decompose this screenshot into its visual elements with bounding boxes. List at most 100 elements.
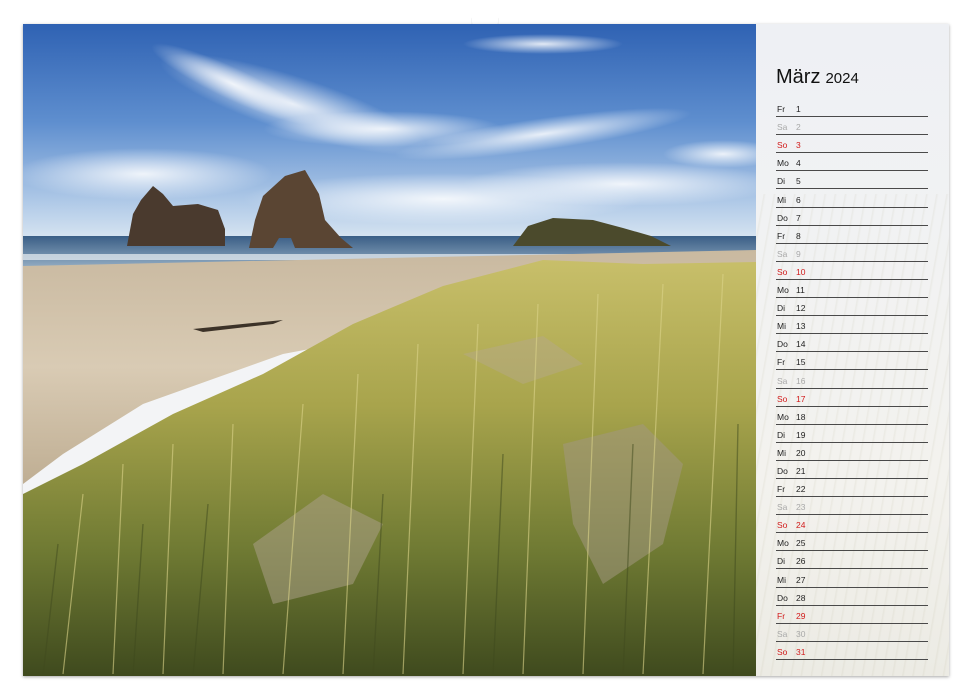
day-row: Di 19	[776, 425, 928, 443]
day-weekday: Di	[777, 303, 786, 314]
day-number: 17	[796, 393, 806, 404]
day-weekday: Di	[777, 176, 786, 187]
day-number: 5	[796, 176, 801, 187]
day-number: 10	[796, 266, 806, 277]
day-weekday: Sa	[777, 248, 788, 259]
day-weekday: Sa	[777, 122, 788, 133]
day-row: Fr 15	[776, 352, 928, 371]
day-number: 14	[796, 339, 806, 350]
day-row: Mo 11	[776, 280, 928, 299]
day-weekday: Mi	[777, 194, 786, 205]
day-weekday: So	[777, 646, 788, 657]
day-row: Fr 1	[776, 99, 928, 118]
day-row: Do 14	[776, 334, 928, 353]
month-name: März	[776, 66, 821, 88]
day-number: 22	[796, 484, 806, 495]
day-row: Fr 22	[776, 479, 928, 498]
day-number: 18	[796, 411, 806, 422]
day-weekday: Do	[777, 592, 788, 603]
day-row: So 24	[776, 515, 928, 534]
day-row: Fr 8	[776, 226, 928, 244]
day-row: Sa 2	[776, 117, 928, 136]
day-row: Fr 29	[776, 606, 928, 624]
day-weekday: Mi	[777, 447, 786, 458]
day-weekday: Mi	[777, 574, 786, 585]
day-weekday: So	[777, 266, 788, 277]
day-weekday: Mo	[777, 285, 789, 296]
beach-dunes-photo	[23, 24, 756, 676]
day-number: 26	[796, 556, 806, 567]
day-row: Mo 25	[776, 533, 928, 552]
day-row: Sa 16	[776, 370, 928, 389]
day-number: 15	[796, 357, 806, 368]
day-weekday: Mo	[777, 411, 789, 422]
day-row: Di 26	[776, 551, 928, 570]
day-weekday: Do	[777, 465, 788, 476]
day-number: 31	[796, 646, 806, 657]
day-number: 27	[796, 574, 806, 585]
day-number: 23	[796, 502, 806, 513]
day-number: 19	[796, 429, 806, 440]
day-weekday: Fr	[777, 104, 786, 115]
day-row: Sa 30	[776, 624, 928, 642]
day-weekday: So	[777, 393, 788, 404]
day-row: Di 12	[776, 298, 928, 317]
day-weekday: Sa	[777, 375, 788, 386]
day-number: 8	[796, 230, 801, 241]
day-number: 3	[796, 140, 801, 151]
day-weekday: Di	[777, 556, 786, 567]
day-row: Sa 23	[776, 497, 928, 516]
day-row: So 3	[776, 135, 928, 154]
day-row: Do 21	[776, 461, 928, 479]
day-row: Mi 27	[776, 569, 928, 588]
day-weekday: Mo	[777, 538, 789, 549]
month-year: 2024	[825, 70, 859, 87]
day-row: So 31	[776, 642, 928, 660]
day-number: 9	[796, 248, 801, 259]
day-number: 28	[796, 592, 806, 603]
day-row: Mo 4	[776, 153, 928, 172]
day-row: Mi 6	[776, 189, 928, 208]
day-weekday: Do	[777, 339, 788, 350]
day-row: Do 7	[776, 208, 928, 226]
day-row: Sa 9	[776, 244, 928, 262]
day-number: 24	[796, 520, 806, 531]
day-number: 4	[796, 158, 801, 169]
day-row: Di 5	[776, 171, 928, 190]
calendar-sidebar: März 2024 Fr 1 Sa 2 So 3 Mo 4 Di 5 Mi 6 Do 7 Fr 8 Sa 9 So 1…	[756, 24, 949, 676]
day-weekday: Fr	[777, 484, 786, 495]
day-weekday: Do	[777, 212, 788, 223]
day-number: 2	[796, 122, 801, 133]
day-weekday: So	[777, 140, 788, 151]
day-number: 1	[796, 104, 801, 115]
day-weekday: Sa	[777, 628, 788, 639]
day-number: 16	[796, 375, 806, 386]
day-list: Fr 1 Sa 2 So 3 Mo 4 Di 5 Mi 6 Do 7 Fr 8 Sa 9 So 10 Mo 11 Di 12 M…	[776, 99, 928, 660]
day-weekday: Di	[777, 429, 786, 440]
day-number: 7	[796, 212, 801, 223]
day-row: Mo 18	[776, 407, 928, 425]
day-weekday: Fr	[777, 230, 786, 241]
day-number: 13	[796, 321, 806, 332]
day-number: 29	[796, 610, 806, 621]
day-row: Do 28	[776, 588, 928, 606]
day-number: 25	[796, 538, 806, 549]
day-number: 21	[796, 465, 806, 476]
day-number: 20	[796, 447, 806, 458]
day-weekday: Mo	[777, 158, 789, 169]
day-row: Mi 20	[776, 443, 928, 461]
day-row: So 10	[776, 262, 928, 280]
day-number: 30	[796, 628, 806, 639]
day-row: Mi 13	[776, 316, 928, 335]
calendar-page: März 2024 Fr 1 Sa 2 So 3 Mo 4 Di 5 Mi 6 Do 7 Fr 8 Sa 9 So 1…	[23, 24, 949, 676]
day-weekday: Mi	[777, 321, 786, 332]
day-row: So 17	[776, 389, 928, 407]
day-number: 6	[796, 194, 801, 205]
day-weekday: Fr	[777, 610, 786, 621]
day-weekday: So	[777, 520, 788, 531]
day-weekday: Fr	[777, 357, 786, 368]
day-number: 11	[796, 285, 805, 296]
month-title: März 2024	[776, 66, 859, 92]
day-weekday: Sa	[777, 502, 788, 513]
day-number: 12	[796, 303, 806, 314]
